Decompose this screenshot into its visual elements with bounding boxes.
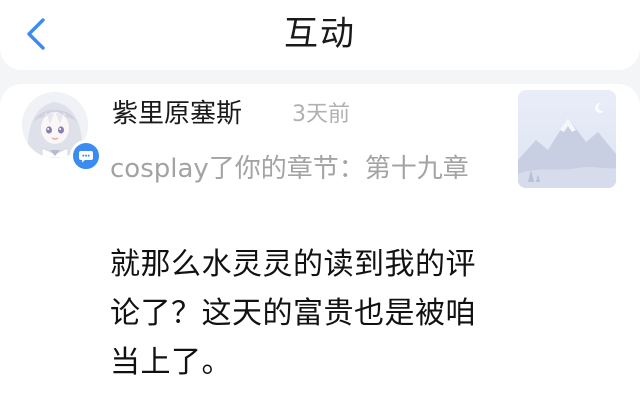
comment-text: 就那么水灵灵的读到我的评论了？这天的富贵也是被咱当上了。 [110,247,476,380]
username[interactable]: 紫里原塞斯 [112,96,242,132]
page-title: 互动 [284,14,356,54]
chapter-thumbnail[interactable] [518,90,616,188]
timestamp: 3天前 [292,102,350,127]
avatar-container [22,92,102,172]
comment-icon [79,151,93,163]
notification-action[interactable]: cosplay了你的章节：第十九章 [110,148,480,190]
placeholder-mountain-image-icon [518,90,616,188]
notification-card[interactable]: 紫里原塞斯 3天前 cosplay了你的章节：第十九章 就那么水灵灵的读到我的评… [0,84,640,402]
interaction-page: 互动 紫里原塞斯 3天前 cosplay了你的章节：第十九章 就那么水灵灵的读到… [0,0,640,402]
comment-badge [70,140,102,172]
top-bar: 互动 [0,0,640,70]
